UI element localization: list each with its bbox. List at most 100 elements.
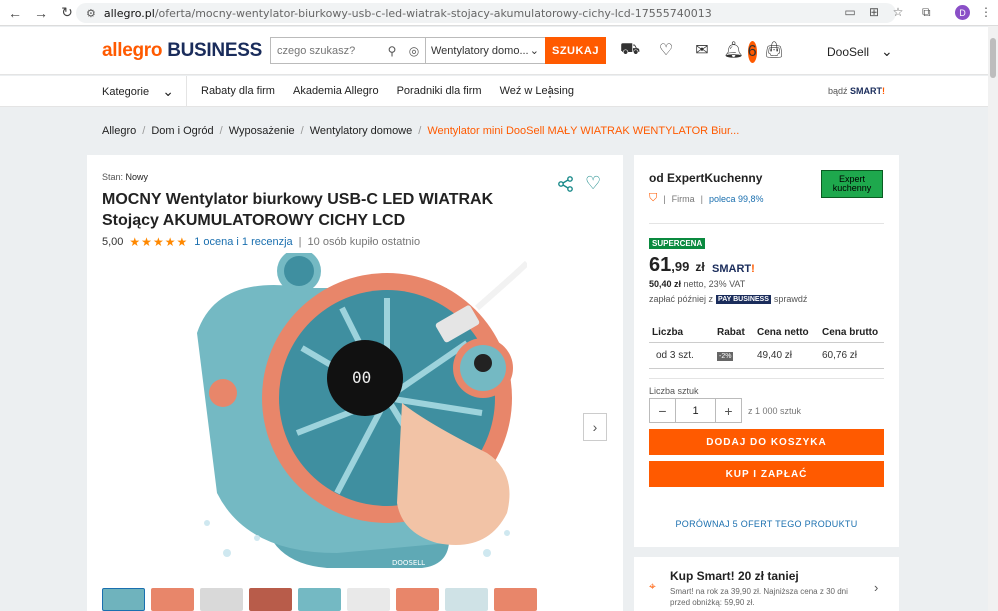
- smart-promo-title: Kup Smart! 20 zł taniej: [670, 569, 799, 583]
- seller-shield-icon: ⛉: [649, 192, 658, 204]
- thumbnail[interactable]: [151, 588, 194, 611]
- page-scrollbar[interactable]: [988, 26, 998, 611]
- search-category-value: Wentylatory domo...: [431, 44, 529, 57]
- pay-check-link[interactable]: sprawdź: [774, 294, 808, 304]
- smart-label: SMART: [850, 86, 883, 96]
- reviews-link[interactable]: 1 ocena i 1 recenzja: [194, 236, 292, 248]
- smart-promo-link[interactable]: bądź SMART!: [828, 86, 885, 96]
- discount-table: Liczba Rabat Cena netto Cena brutto od 3…: [649, 322, 884, 369]
- delivery-truck-icon[interactable]: ⛟: [620, 39, 640, 61]
- camera-search-icon[interactable]: ◎: [403, 38, 425, 63]
- rating-row: 5,00 ★★★★★ 1 ocena i 1 recenzja | 10 osó…: [102, 235, 421, 249]
- breadcrumb-current: Wentylator mini DooSell MAŁY WIATRAK WEN…: [427, 125, 740, 137]
- image-thumbnails: [102, 588, 537, 611]
- product-panel: Stan: Nowy MOCNY Wentylator biurkowy USB…: [87, 155, 623, 611]
- thumbnail[interactable]: [298, 588, 341, 611]
- categories-label: Kategorie: [102, 85, 150, 98]
- smart-badge: SMART!: [712, 263, 755, 275]
- price-dec: ,99: [671, 259, 690, 274]
- chevron-right-icon[interactable]: ›: [874, 580, 878, 595]
- user-name: DooSell: [827, 44, 870, 59]
- install-icon[interactable]: ▭: [842, 4, 858, 20]
- messages-icon[interactable]: ✉: [692, 39, 712, 61]
- table-row: od 3 szt. -2% 49,40 zł 60,76 zł: [649, 343, 884, 369]
- favorites-heart-icon[interactable]: ♡: [656, 39, 676, 61]
- thumbnail[interactable]: [347, 588, 390, 611]
- share-icon[interactable]: [557, 175, 575, 198]
- breadcrumb-item[interactable]: Wyposażenie: [229, 125, 295, 137]
- search-button[interactable]: SZUKAJ: [545, 37, 606, 64]
- notifications-bell-icon[interactable]: 🔔︎ 6: [723, 39, 757, 63]
- thumbnail[interactable]: [396, 588, 439, 611]
- search-category-select[interactable]: Wentylatory domo... ⌄: [425, 38, 545, 63]
- user-menu[interactable]: DooSell ⌄: [827, 43, 893, 60]
- smart-promo-text: Smart! na rok za 39,90 zł. Najniższa cen…: [670, 587, 848, 607]
- breadcrumb-item[interactable]: Dom i Ogród: [151, 125, 213, 137]
- nav-link-leasing[interactable]: Weź w Leasing: [500, 85, 574, 97]
- next-image-button[interactable]: ›: [583, 413, 607, 441]
- col-header: Cena netto: [757, 326, 809, 338]
- favorite-heart-icon[interactable]: ♡: [585, 173, 601, 194]
- seller-link[interactable]: ExpertKuchenny: [667, 171, 762, 185]
- browser-menu-icon[interactable]: ⋮: [980, 5, 992, 19]
- thumbnail[interactable]: [102, 588, 145, 611]
- thumbnail[interactable]: [445, 588, 488, 611]
- profile-avatar[interactable]: D: [955, 5, 970, 20]
- site-info-icon[interactable]: ⚙: [86, 7, 96, 20]
- breadcrumb-item[interactable]: Allegro: [102, 125, 136, 137]
- more-options-icon[interactable]: ⋮: [543, 83, 557, 100]
- cart-bag-icon[interactable]: 👜︎: [764, 39, 784, 61]
- logo-business: BUSINESS: [167, 40, 262, 61]
- categories-dropdown[interactable]: Kategorie ⌄: [102, 76, 187, 107]
- reload-icon[interactable]: ↻: [56, 2, 78, 24]
- nav-link-poradniki[interactable]: Poradniki dla firm: [397, 85, 482, 97]
- search-input[interactable]: [271, 38, 381, 63]
- translate-icon[interactable]: ⊞: [866, 4, 882, 20]
- buy-now-button[interactable]: KUP I ZAPŁAĆ: [649, 461, 884, 487]
- add-to-cart-button[interactable]: DODAJ DO KOSZYKA: [649, 429, 884, 455]
- seller-name[interactable]: od ExpertKuchenny: [649, 171, 762, 185]
- nav-link-akademia[interactable]: Akademia Allegro: [293, 85, 379, 97]
- decrement-button[interactable]: −: [649, 398, 676, 423]
- increment-button[interactable]: +: [715, 398, 742, 423]
- notification-badge: 6: [747, 41, 757, 63]
- netto-value: 50,40 zł: [649, 279, 682, 289]
- chevron-down-icon: ⌄: [881, 43, 893, 59]
- quantity-available: z 1 000 sztuk: [748, 405, 802, 416]
- allegro-business-logo[interactable]: allegro BUSINESS: [102, 40, 262, 62]
- chevron-down-icon: ⌄: [162, 83, 174, 99]
- divider: [649, 223, 884, 224]
- scrollbar-thumb[interactable]: [990, 38, 996, 78]
- product-title: MOCNY Wentylator biurkowy USB-C LED WIAT…: [102, 191, 494, 229]
- condition-label: Stan:: [102, 172, 124, 182]
- offer-panel: od ExpertKuchenny ⛉ | Firma | poleca 99,…: [634, 155, 899, 547]
- seller-logo[interactable]: Expert kuchenny: [821, 170, 883, 198]
- back-icon[interactable]: ←: [4, 2, 26, 24]
- smart-promo-box[interactable]: ⌖ Kup Smart! 20 zł taniej Smart! na rok …: [634, 557, 899, 611]
- extensions-icon[interactable]: ⧉: [922, 5, 931, 20]
- table-cell: 49,40 zł: [757, 350, 793, 361]
- voice-search-icon[interactable]: ⚲: [381, 38, 403, 63]
- compare-offers-link[interactable]: PORÓWNAJ 5 OFERT TEGO PRODUKTU: [634, 519, 899, 529]
- logo-allegro: allegro: [102, 40, 163, 61]
- table-cell: 60,76 zł: [822, 350, 858, 361]
- seller-type: Firma: [671, 193, 695, 204]
- thumbnail[interactable]: [249, 588, 292, 611]
- netto-text: netto, 23% VAT: [683, 279, 746, 289]
- quantity-input[interactable]: 1: [676, 398, 715, 423]
- price-currency: zł: [695, 260, 705, 274]
- thumbnail[interactable]: [494, 588, 537, 611]
- product-image[interactable]: 00 DOOSELL: [187, 249, 530, 583]
- pay-later: zapłać później z PAY BUSINESS sprawdź: [649, 294, 807, 304]
- forward-icon[interactable]: →: [30, 2, 52, 24]
- address-bar[interactable]: ⚙ allegro.pl/oferta/mocny-wentylator-biu…: [76, 3, 896, 23]
- breadcrumb-item[interactable]: Wentylatory domowe: [310, 125, 413, 137]
- thumbnail[interactable]: [200, 588, 243, 611]
- col-header: Cena brutto: [822, 326, 879, 338]
- bookmark-star-icon[interactable]: ☆: [890, 4, 906, 20]
- breadcrumb: Allegro / Dom i Ogród / Wyposażenie / Wenty…: [102, 125, 740, 137]
- seller-recommend[interactable]: poleca 99,8%: [709, 194, 764, 204]
- table-header: Liczba Rabat Cena netto Cena brutto: [649, 322, 884, 343]
- url-domain: allegro.pl: [103, 6, 155, 20]
- nav-link-rabaty[interactable]: Rabaty dla firm: [201, 85, 275, 97]
